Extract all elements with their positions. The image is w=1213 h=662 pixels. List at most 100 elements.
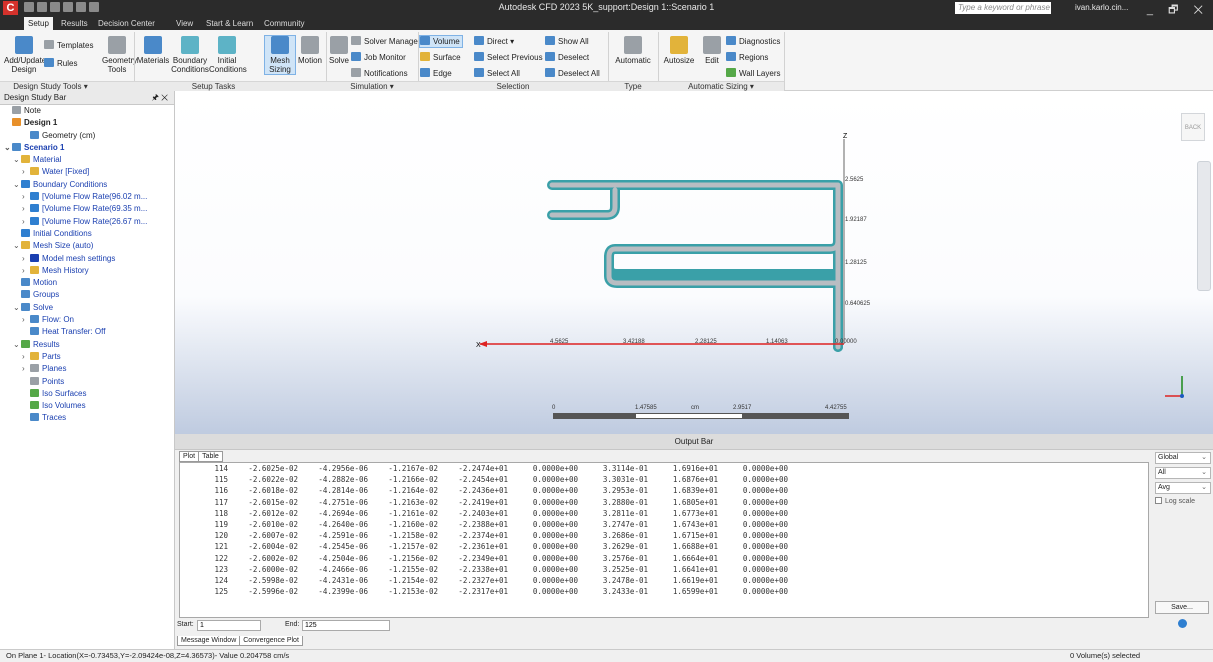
tree-item[interactable]: › Model mesh settings [0, 253, 174, 265]
tree-item[interactable]: ⌄ Mesh Size (auto) [0, 240, 174, 252]
deselect-all-button[interactable]: Deselect All [545, 68, 600, 79]
table-cell: -2.2388e+01 [458, 520, 508, 530]
avg-select[interactable]: Avg ⌄ [1155, 482, 1211, 494]
job-monitor-button[interactable]: Job Monitor [351, 52, 406, 63]
edit-button[interactable]: Edit [700, 36, 724, 65]
chevron-down-icon[interactable]: ⌄ [13, 154, 21, 166]
ribbon-divider [784, 32, 785, 90]
save-button[interactable]: Save... [1155, 601, 1209, 614]
chevron-down-icon[interactable]: ⌄ [4, 142, 12, 154]
mesh-icon [21, 241, 30, 250]
tree-item[interactable]: › Planes [0, 363, 174, 375]
tab-convergence-plot[interactable]: Convergence Plot [239, 636, 303, 646]
tab-setup[interactable]: Setup [24, 17, 53, 30]
tab-message-window[interactable]: Message Window [177, 636, 241, 646]
diagnostics-button[interactable]: Diagnostics [726, 36, 780, 47]
solver-manager-button[interactable]: Solver Manager [351, 36, 420, 47]
templates-button[interactable]: Templates [44, 40, 93, 51]
automatic-type-button[interactable]: Automatic [610, 36, 656, 65]
tab-plot[interactable]: Plot [179, 451, 200, 462]
tab-table[interactable]: Table [198, 451, 223, 462]
tree-item[interactable]: › Parts [0, 351, 174, 363]
chevron-down-icon[interactable]: ⌄ [13, 339, 21, 351]
chevron-right-icon[interactable]: › [22, 351, 30, 363]
help-icon[interactable] [1178, 619, 1187, 628]
volume-select-button[interactable]: Volume [419, 35, 463, 48]
notifications-button[interactable]: Notifications [351, 68, 408, 79]
output-table[interactable]: 114 -2.6025e-02 -4.2956e-06 -1.2167e-02 -2.2… [179, 462, 1149, 618]
direct-select-dropdown[interactable]: Direct ▾ [474, 36, 514, 47]
chevron-right-icon[interactable]: › [22, 166, 30, 178]
tree-item[interactable]: ⌄ Solve [0, 302, 174, 314]
tree-item[interactable]: › Water [Fixed] [0, 166, 174, 178]
pin-close-icon[interactable]: 🖈 ✕ [151, 91, 168, 105]
tree-item[interactable]: ⌄ Material [0, 154, 174, 166]
chevron-right-icon[interactable]: › [22, 253, 30, 265]
tab-community[interactable]: Community [260, 17, 308, 30]
wall-layers-button[interactable]: Wall Layers [726, 68, 781, 79]
tree-item[interactable]: › Flow: On [0, 314, 174, 326]
tree-item[interactable]: Points [0, 376, 174, 388]
chevron-down-icon[interactable]: ⌄ [13, 302, 21, 314]
all-select[interactable]: All ⌄ [1155, 467, 1211, 479]
chevron-right-icon[interactable]: › [22, 314, 30, 326]
select-previous-button[interactable]: Select Previous [474, 52, 543, 63]
tree-item[interactable]: Geometry (cm) [0, 130, 174, 142]
tree-item[interactable]: Heat Transfer: Off [0, 326, 174, 338]
chevron-down-icon[interactable]: ⌄ [13, 179, 21, 191]
boundary-conditions-button[interactable]: Boundary Conditions [171, 36, 209, 74]
mesh-sizing-button[interactable]: Mesh Sizing [264, 35, 296, 75]
add-update-design-button[interactable]: Add/Update Design [4, 36, 46, 74]
show-all-button[interactable]: Show All [545, 36, 589, 47]
tree-item[interactable]: › [Volume Flow Rate(26.67 m... [0, 216, 174, 228]
tree-item[interactable]: ⌄ Scenario 1 [0, 142, 174, 154]
tab-start-learn[interactable]: Start & Learn [202, 17, 257, 30]
tree-item[interactable]: Design 1 [0, 117, 174, 129]
tree-item[interactable]: Initial Conditions [0, 228, 174, 240]
end-input[interactable] [302, 620, 390, 631]
motion-button[interactable]: Motion [296, 36, 324, 65]
group-simulation[interactable]: Simulation ▾ [326, 81, 418, 91]
surface-select-button[interactable]: Surface [420, 52, 461, 63]
tree-item[interactable]: ⌄ Boundary Conditions [0, 179, 174, 191]
select-all-button[interactable]: Select All [474, 68, 520, 79]
chevron-right-icon[interactable]: › [22, 203, 30, 215]
tree-item[interactable]: Motion [0, 277, 174, 289]
regions-button[interactable]: Regions [726, 52, 768, 63]
deselect-button[interactable]: Deselect [545, 52, 589, 63]
autosize-button[interactable]: Autosize [660, 36, 698, 65]
tree-item[interactable]: Iso Surfaces [0, 388, 174, 400]
graphics-viewport[interactable]: BACK Z X 2.5625 1.92187 1.28125 0.640625… [175, 91, 1213, 434]
initial-conditions-button[interactable]: Initial Conditions [209, 36, 247, 74]
tree-item[interactable]: ⌄ Results [0, 339, 174, 351]
chevron-right-icon[interactable]: › [22, 191, 30, 203]
tree-item[interactable]: › Mesh History [0, 265, 174, 277]
materials-button[interactable]: Materials [136, 36, 170, 65]
solve-icon [21, 302, 30, 311]
tab-decision-center[interactable]: Decision Center [94, 17, 159, 30]
start-input[interactable] [197, 620, 261, 631]
tree-item[interactable]: › [Volume Flow Rate(69.35 m... [0, 203, 174, 215]
tab-view[interactable]: View [172, 17, 197, 30]
group-automatic-sizing[interactable]: Automatic Sizing ▾ [658, 81, 784, 91]
solve-button[interactable]: Solve [328, 36, 350, 65]
edge-select-button[interactable]: Edge [420, 68, 452, 79]
rules-button[interactable]: Rules [44, 58, 77, 69]
log-scale-checkbox[interactable]: Log scale [1155, 497, 1211, 505]
chevron-right-icon[interactable]: › [22, 216, 30, 228]
tree-item[interactable]: › [Volume Flow Rate(96.02 m... [0, 191, 174, 203]
tree-item[interactable]: Iso Volumes [0, 400, 174, 412]
search-input[interactable]: Type a keyword or phrase [955, 2, 1051, 14]
chevron-right-icon[interactable]: › [22, 265, 30, 277]
table-cell: 124 [214, 575, 228, 585]
user-name[interactable]: ivan.karlo.cin... [1075, 2, 1128, 14]
chevron-down-icon[interactable]: ⌄ [13, 240, 21, 252]
tree-item[interactable]: Traces [0, 412, 174, 424]
global-select[interactable]: Global ⌄ [1155, 452, 1211, 464]
tree-item[interactable]: Groups [0, 289, 174, 301]
geometry-tools-button[interactable]: Geometry Tools [102, 36, 137, 74]
tree-item[interactable]: Note [0, 105, 174, 117]
chevron-right-icon[interactable]: › [22, 363, 30, 375]
group-design-study-tools[interactable]: Design Study Tools ▾ [0, 81, 101, 91]
tab-results[interactable]: Results [57, 17, 92, 30]
